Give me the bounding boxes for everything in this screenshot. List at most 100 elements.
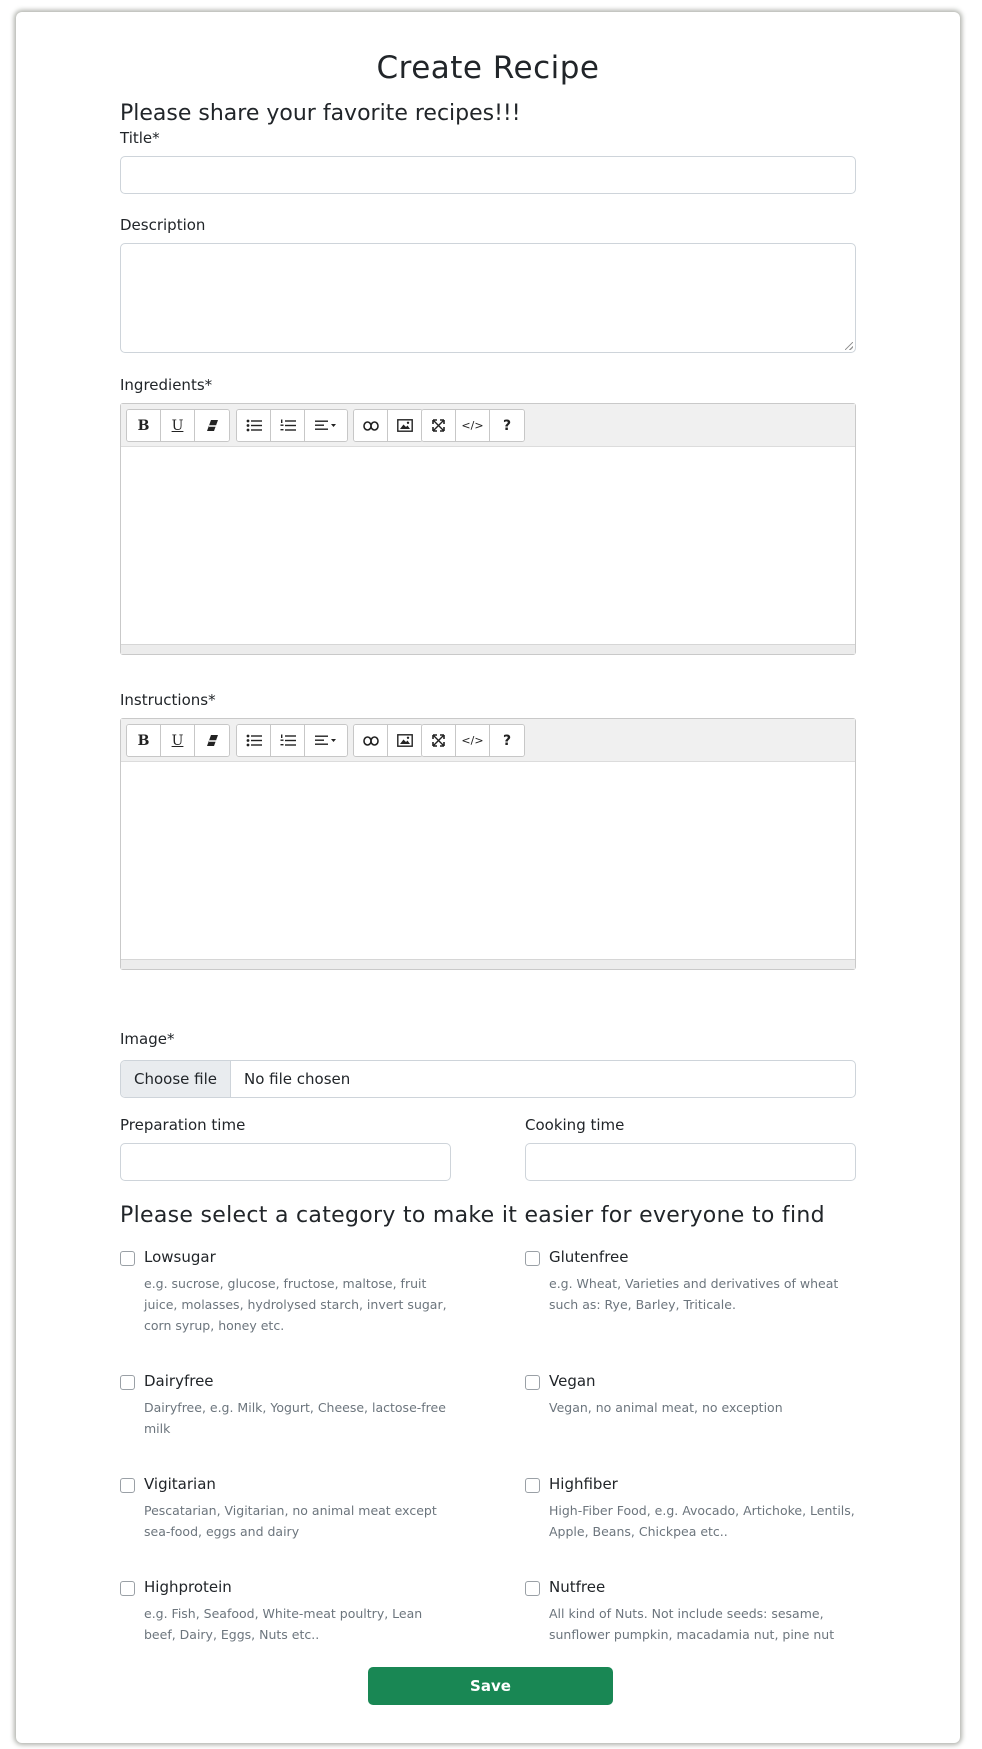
highprotein-checkbox[interactable] bbox=[120, 1581, 135, 1596]
ordered-list-button[interactable] bbox=[271, 410, 305, 441]
underline-icon: U bbox=[171, 732, 184, 749]
vigitarian-checkbox[interactable] bbox=[120, 1478, 135, 1493]
picture-icon bbox=[397, 734, 413, 747]
instructions-resize-bar[interactable] bbox=[121, 959, 855, 969]
numbered-list-icon bbox=[280, 734, 296, 746]
category-description: e.g. sucrose, glucose, fructose, maltose… bbox=[144, 1276, 447, 1333]
category-label[interactable]: Glutenfree bbox=[549, 1248, 629, 1266]
category-label[interactable]: Vigitarian bbox=[144, 1475, 216, 1493]
code-view-button[interactable]: </> bbox=[456, 725, 490, 756]
help-icon: ? bbox=[502, 732, 512, 749]
title-input[interactable] bbox=[120, 156, 856, 194]
category-description: Vegan, no animal meat, no exception bbox=[549, 1400, 783, 1415]
ingredients-editor: B U </> ? bbox=[120, 403, 856, 655]
link-icon bbox=[362, 735, 379, 746]
image-button[interactable] bbox=[388, 410, 422, 441]
numbered-list-icon bbox=[280, 419, 296, 431]
cooking-time-label: Cooking time bbox=[525, 1116, 625, 1134]
bold-button[interactable]: B bbox=[127, 725, 161, 756]
ingredients-label: Ingredients* bbox=[120, 376, 213, 394]
vegan-checkbox[interactable] bbox=[525, 1375, 540, 1390]
underline-button[interactable]: U bbox=[161, 725, 195, 756]
category-label[interactable]: Vegan bbox=[549, 1372, 596, 1390]
bold-button[interactable]: B bbox=[127, 410, 161, 441]
eraser-icon bbox=[206, 735, 218, 746]
eraser-icon bbox=[206, 420, 218, 431]
underline-icon: U bbox=[171, 417, 184, 434]
page-subtitle: Please share your favorite recipes!!! bbox=[120, 101, 521, 126]
code-icon: </> bbox=[461, 734, 484, 747]
category-label[interactable]: Highfiber bbox=[549, 1475, 618, 1493]
file-status-text: No file chosen bbox=[244, 1070, 351, 1088]
category-label[interactable]: Lowsugar bbox=[144, 1248, 216, 1266]
code-view-button[interactable]: </> bbox=[456, 410, 490, 441]
image-file-input[interactable]: Choose file No file chosen bbox=[120, 1060, 856, 1098]
nutfree-checkbox[interactable] bbox=[525, 1581, 540, 1596]
instructions-editable-area[interactable] bbox=[121, 762, 855, 959]
highfiber-checkbox[interactable] bbox=[525, 1478, 540, 1493]
category-heading: Please select a category to make it easi… bbox=[120, 1203, 825, 1228]
paragraph-group bbox=[236, 409, 348, 442]
image-button[interactable] bbox=[388, 725, 422, 756]
font-style-group: B U bbox=[126, 409, 230, 442]
category-label[interactable]: Highprotein bbox=[144, 1578, 232, 1596]
image-label: Image* bbox=[120, 1030, 175, 1048]
align-left-icon bbox=[315, 735, 336, 745]
align-left-icon bbox=[315, 420, 336, 430]
font-style-group: B U bbox=[126, 724, 230, 757]
insert-group bbox=[353, 409, 423, 442]
clear-format-button[interactable] bbox=[195, 410, 229, 441]
preparation-time-label: Preparation time bbox=[120, 1116, 246, 1134]
instructions-label: Instructions* bbox=[120, 691, 216, 709]
category-description: Dairyfree, e.g. Milk, Yogurt, Cheese, la… bbox=[144, 1400, 446, 1436]
page-title: Create Recipe bbox=[376, 50, 600, 86]
bullet-list-icon bbox=[246, 734, 262, 747]
clear-format-button[interactable] bbox=[195, 725, 229, 756]
category-description: e.g. Fish, Seafood, White-meat poultry, … bbox=[144, 1606, 423, 1642]
ingredients-resize-bar[interactable] bbox=[121, 644, 855, 654]
ingredients-toolbar: B U </> ? bbox=[121, 404, 855, 447]
bullet-list-icon bbox=[246, 419, 262, 432]
link-button[interactable] bbox=[354, 410, 388, 441]
description-label: Description bbox=[120, 216, 206, 234]
view-group: </> ? bbox=[421, 724, 525, 757]
choose-file-button[interactable]: Choose file bbox=[121, 1061, 231, 1097]
fullscreen-icon bbox=[432, 734, 445, 747]
fullscreen-icon bbox=[432, 419, 445, 432]
help-button[interactable]: ? bbox=[490, 725, 524, 756]
save-button[interactable]: Save bbox=[368, 1667, 613, 1705]
fullscreen-button[interactable] bbox=[422, 725, 456, 756]
preparation-time-input[interactable] bbox=[120, 1143, 451, 1181]
ingredients-editable-area[interactable] bbox=[121, 447, 855, 644]
glutenfree-checkbox[interactable] bbox=[525, 1251, 540, 1266]
align-dropdown-button[interactable] bbox=[305, 725, 347, 756]
bold-icon: B bbox=[137, 417, 150, 434]
unordered-list-button[interactable] bbox=[237, 725, 271, 756]
align-dropdown-button[interactable] bbox=[305, 410, 347, 441]
lowsugar-checkbox[interactable] bbox=[120, 1251, 135, 1266]
link-button[interactable] bbox=[354, 725, 388, 756]
instructions-toolbar: B U </> ? bbox=[121, 719, 855, 762]
ordered-list-button[interactable] bbox=[271, 725, 305, 756]
unordered-list-button[interactable] bbox=[237, 410, 271, 441]
code-icon: </> bbox=[461, 419, 484, 432]
fullscreen-button[interactable] bbox=[422, 410, 456, 441]
picture-icon bbox=[397, 419, 413, 432]
help-button[interactable]: ? bbox=[490, 410, 524, 441]
paragraph-group bbox=[236, 724, 348, 757]
link-icon bbox=[362, 420, 379, 431]
category-label[interactable]: Dairyfree bbox=[144, 1372, 214, 1390]
description-textarea[interactable] bbox=[120, 243, 856, 353]
resize-handle-icon[interactable] bbox=[845, 342, 853, 350]
bold-icon: B bbox=[137, 732, 150, 749]
underline-button[interactable]: U bbox=[161, 410, 195, 441]
help-icon: ? bbox=[502, 417, 512, 434]
category-description: All kind of Nuts. Not include seeds: ses… bbox=[549, 1606, 835, 1642]
cooking-time-input[interactable] bbox=[525, 1143, 856, 1181]
category-description: Pescatarian, Vigitarian, no animal meat … bbox=[144, 1503, 437, 1539]
category-label[interactable]: Nutfree bbox=[549, 1578, 605, 1596]
view-group: </> ? bbox=[421, 409, 525, 442]
category-description: e.g. Wheat, Varieties and derivatives of… bbox=[549, 1276, 839, 1312]
form-card: Create Recipe Please share your favorite… bbox=[16, 12, 960, 1743]
dairyfree-checkbox[interactable] bbox=[120, 1375, 135, 1390]
